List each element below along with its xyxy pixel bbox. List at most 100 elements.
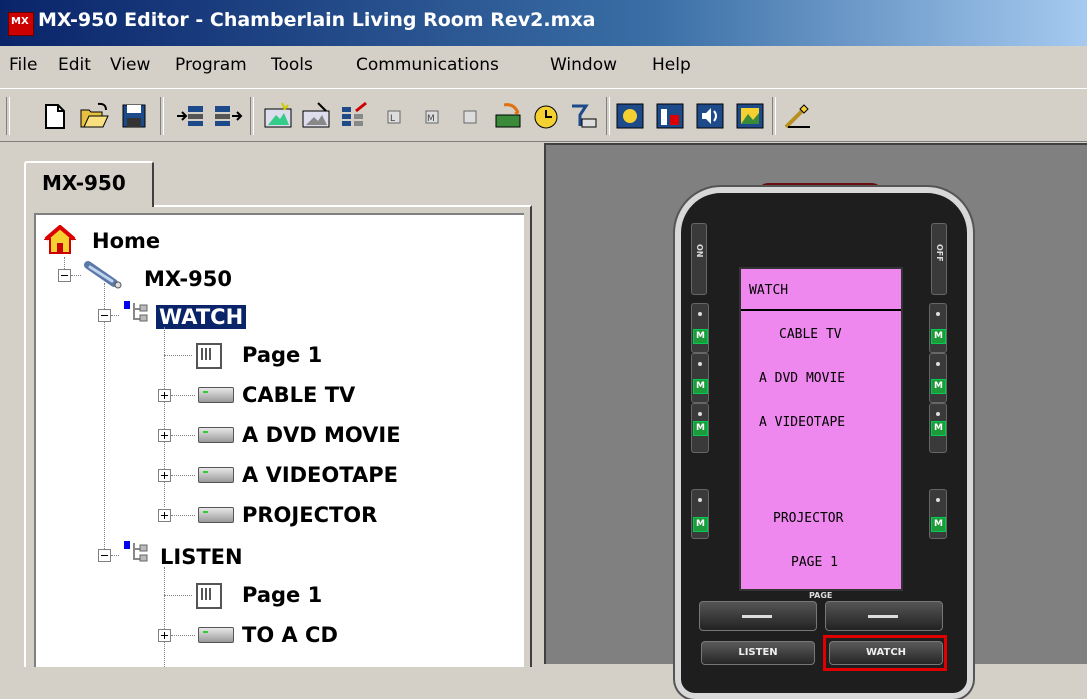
tree-cable-tv[interactable]: CABLE TV xyxy=(242,383,355,407)
import-icon[interactable] xyxy=(174,101,206,131)
new-page-icon[interactable] xyxy=(300,101,332,131)
menu-file[interactable]: File xyxy=(9,55,37,75)
tree-connector xyxy=(71,275,81,276)
tree-connector xyxy=(64,257,65,269)
app-icon[interactable]: MX xyxy=(8,12,34,36)
macro-badge: M xyxy=(931,421,946,436)
menu-communications[interactable]: Communications xyxy=(356,55,499,75)
tab-label: MX-950 xyxy=(42,171,126,195)
power-off-button[interactable]: OFF xyxy=(931,223,947,295)
page-icon xyxy=(196,343,222,369)
menu-bar: File Edit View Program Tools Communicati… xyxy=(0,48,1087,84)
toolbar-separator xyxy=(250,97,254,135)
expand-dvd-movie[interactable] xyxy=(158,429,171,442)
macro-button-icon[interactable]: M xyxy=(416,101,448,131)
device-icon xyxy=(198,467,234,483)
new-macro-icon[interactable] xyxy=(338,101,370,131)
tree-listen[interactable]: LISTEN xyxy=(160,545,243,569)
menu-window[interactable]: Window xyxy=(550,55,617,75)
open-icon[interactable] xyxy=(78,101,110,131)
collapse-mx950[interactable] xyxy=(58,269,71,282)
tab-mx950[interactable]: MX-950 xyxy=(24,161,154,207)
device-icon xyxy=(198,627,234,643)
tree-watch-page1[interactable]: Page 1 xyxy=(242,343,322,367)
tree-mx950[interactable]: MX-950 xyxy=(144,267,232,291)
tree-connector xyxy=(164,595,192,596)
tree-connector xyxy=(171,395,195,396)
toolbar-separator xyxy=(606,97,610,135)
wand-icon[interactable] xyxy=(782,101,814,131)
tree-connector xyxy=(171,475,195,476)
window-title: MX-950 Editor - Chamberlain Living Room … xyxy=(38,9,596,31)
sound-icon[interactable] xyxy=(694,101,726,131)
graphics-icon[interactable] xyxy=(654,101,686,131)
export-icon[interactable] xyxy=(212,101,244,131)
lcd-item-projector[interactable]: PROJECTOR xyxy=(773,511,843,526)
lcd-item-cable-tv[interactable]: CABLE TV xyxy=(779,327,842,342)
tree-to-a-cd[interactable]: TO A CD xyxy=(242,623,338,647)
right-side-button-1[interactable] xyxy=(929,303,947,353)
remote-lcd-screen: WATCH CABLE TV A DVD MOVIE A VIDEOTAPE P… xyxy=(739,267,903,591)
device-icon xyxy=(198,387,234,403)
macro-badge: M xyxy=(931,329,946,344)
tree-connector xyxy=(111,315,119,316)
lcd-divider xyxy=(741,309,901,311)
menu-edit[interactable]: Edit xyxy=(58,55,91,75)
macro-badge: M xyxy=(693,421,708,436)
tree-listen-page1[interactable]: Page 1 xyxy=(242,583,322,607)
tree-connector xyxy=(171,635,195,636)
save-icon[interactable] xyxy=(118,101,150,131)
power-on-button[interactable]: ON xyxy=(691,223,707,295)
tree-videotape[interactable]: A VIDEOTAPE xyxy=(242,463,398,487)
tree-dvd-movie[interactable]: A DVD MOVIE xyxy=(242,423,401,447)
collapse-watch[interactable] xyxy=(98,309,111,322)
svg-text:L: L xyxy=(390,114,395,124)
page-caption: PAGE xyxy=(809,591,833,600)
menu-help[interactable]: Help xyxy=(652,55,691,75)
macro-badge: M xyxy=(693,517,708,532)
right-side-button-2[interactable] xyxy=(929,353,947,403)
page-down-button[interactable] xyxy=(699,601,817,631)
lcd-title: WATCH xyxy=(749,283,789,298)
learn-icon[interactable] xyxy=(530,101,562,131)
menu-tools[interactable]: Tools xyxy=(271,55,313,75)
expand-projector[interactable] xyxy=(158,509,171,522)
display-icon[interactable] xyxy=(614,101,646,131)
toolbar-grip xyxy=(6,97,10,135)
power-off-label: OFF xyxy=(935,244,944,262)
tree-watch[interactable]: WATCH xyxy=(154,304,248,330)
menu-program[interactable]: Program xyxy=(175,55,247,75)
toolbar-separator xyxy=(772,97,776,135)
new-icon[interactable] xyxy=(38,101,70,131)
tree-home[interactable]: Home xyxy=(92,229,160,253)
download-icon[interactable] xyxy=(492,101,524,131)
new-device-icon[interactable] xyxy=(262,101,294,131)
lcd-item-dvd-movie[interactable]: A DVD MOVIE xyxy=(759,371,845,386)
tree-projector[interactable]: PROJECTOR xyxy=(242,503,377,527)
page-up-button[interactable] xyxy=(825,601,943,631)
collapse-listen[interactable] xyxy=(98,549,111,562)
power-on-label: ON xyxy=(695,244,704,258)
left-side-button-2[interactable] xyxy=(691,353,709,403)
expand-to-a-cd[interactable] xyxy=(158,629,171,642)
image-icon[interactable] xyxy=(734,101,766,131)
test-ir-icon[interactable] xyxy=(568,101,600,131)
tree-connector xyxy=(171,435,195,436)
menu-view[interactable]: View xyxy=(110,55,150,75)
tree-connector xyxy=(171,515,195,516)
tree-connector xyxy=(111,555,119,556)
small-button-icon[interactable]: L xyxy=(378,101,410,131)
remote-body: ON OFF M M M M M M M M WATCH CABLE TV A … xyxy=(675,187,973,699)
left-panel: MX-950 Home MX-950 WATCH Page 1 CABLE TV… xyxy=(0,143,540,667)
left-side-button-1[interactable] xyxy=(691,303,709,353)
lcd-item-videotape[interactable]: A VIDEOTAPE xyxy=(759,415,845,430)
expand-cable-tv[interactable] xyxy=(158,389,171,402)
device-icon xyxy=(198,427,234,443)
macro-small-icon[interactable] xyxy=(454,101,486,131)
expand-videotape[interactable] xyxy=(158,469,171,482)
tree-connector xyxy=(164,567,165,667)
tree-connector xyxy=(104,283,105,549)
tree-view[interactable]: Home MX-950 WATCH Page 1 CABLE TV A DVD … xyxy=(34,213,524,667)
listen-button[interactable]: LISTEN xyxy=(701,641,815,665)
remote-preview-panel: ON OFF M M M M M M M M WATCH CABLE TV A … xyxy=(544,143,1087,699)
